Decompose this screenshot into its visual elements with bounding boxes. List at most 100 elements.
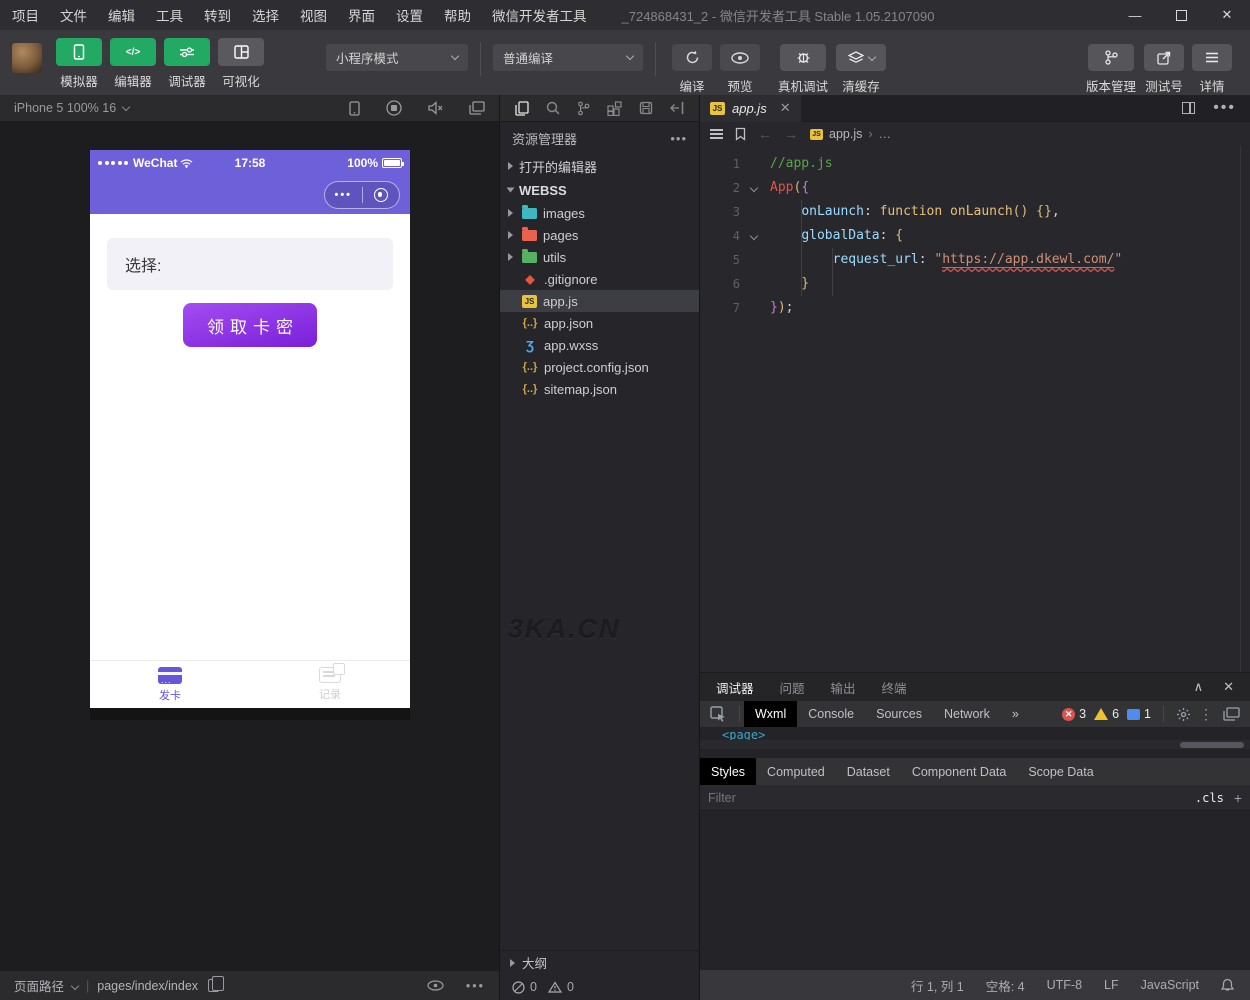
panel-close-icon[interactable]: ✕ xyxy=(1223,679,1234,695)
remote-debug-button[interactable]: 真机调试 xyxy=(778,38,828,95)
preview-button[interactable]: 预览 xyxy=(720,38,760,95)
simulator-toggle[interactable]: 模拟器 xyxy=(56,38,102,90)
get-card-button[interactable]: 领取卡密 xyxy=(183,303,317,347)
visualizer-toggle[interactable]: 可视化 xyxy=(218,38,264,90)
style-tab-component-data[interactable]: Component Data xyxy=(901,758,1018,785)
warning-badge-icon[interactable] xyxy=(1094,708,1108,720)
indent-setting[interactable]: 空格: 4 xyxy=(986,976,1025,995)
nav-back-icon[interactable]: ← xyxy=(758,126,772,142)
bookmark-icon[interactable] xyxy=(735,127,746,141)
tree-file-appjson[interactable]: {..} app.json xyxy=(500,312,699,334)
maximize-button[interactable] xyxy=(1158,0,1204,30)
style-tab-styles[interactable]: Styles xyxy=(700,758,756,785)
tree-folder-utils[interactable]: utils xyxy=(500,246,699,268)
test-account-button[interactable]: 测试号 xyxy=(1144,38,1184,95)
nav-forward-icon[interactable]: → xyxy=(784,126,798,142)
breadcrumb-more[interactable]: … xyxy=(879,127,892,141)
menu-file[interactable]: 文件 xyxy=(60,5,87,25)
git-branch-icon[interactable] xyxy=(577,101,590,116)
mute-icon[interactable] xyxy=(428,101,443,115)
encoding[interactable]: UTF-8 xyxy=(1047,978,1082,992)
panel-tab-problems[interactable]: 问题 xyxy=(780,678,805,697)
compile-dropdown[interactable]: 普通编译 xyxy=(493,44,643,71)
tree-file-appjs[interactable]: JS app.js xyxy=(500,290,699,312)
info-badge-icon[interactable] xyxy=(1127,709,1140,720)
explorer-more-icon[interactable]: ••• xyxy=(670,131,687,146)
page-path-value[interactable]: pages/index/index xyxy=(97,979,198,993)
minimize-circle-icon[interactable] xyxy=(363,188,400,202)
dock-side-icon[interactable] xyxy=(1223,707,1240,721)
page-path-label[interactable]: 页面路径 xyxy=(14,976,64,995)
menu-devtools[interactable]: 微信开发者工具 xyxy=(492,5,587,25)
eye-icon[interactable] xyxy=(427,980,444,991)
menu-project[interactable]: 项目 xyxy=(12,5,39,25)
more-dots-icon[interactable]: ••• xyxy=(325,189,362,201)
minimize-button[interactable]: — xyxy=(1112,0,1158,30)
menu-goto[interactable]: 转到 xyxy=(204,5,231,25)
style-tab-scope-data[interactable]: Scope Data xyxy=(1017,758,1104,785)
tree-file-appwxss[interactable]: Ʒ app.wxss xyxy=(500,334,699,356)
tree-file-projectconfig[interactable]: {..} project.config.json xyxy=(500,356,699,378)
fold-chevron-icon[interactable] xyxy=(746,176,762,200)
user-avatar[interactable] xyxy=(12,43,42,73)
panel-tab-terminal[interactable]: 终端 xyxy=(882,678,907,697)
gear-icon[interactable] xyxy=(1176,707,1191,722)
editor-tab-appjs[interactable]: JS app.js ✕ xyxy=(700,95,801,122)
style-tab-dataset[interactable]: Dataset xyxy=(836,758,901,785)
copy-icon[interactable] xyxy=(208,979,219,992)
capsule-menu[interactable]: ••• xyxy=(324,181,400,209)
modules-icon[interactable] xyxy=(607,101,622,116)
wxml-element-tree[interactable]: <page> xyxy=(700,728,1250,740)
cursor-position[interactable]: 行 1, 列 1 xyxy=(911,976,964,995)
outline-list-icon[interactable] xyxy=(710,127,723,141)
code-url[interactable]: https://app.dkewl.com/ xyxy=(942,252,1114,268)
menu-interface[interactable]: 界面 xyxy=(348,5,375,25)
code-editor[interactable]: 1 //app.js 2 App({ 3 onLaunch: function … xyxy=(700,146,1250,672)
device-selector[interactable]: iPhone 5 100% 16 xyxy=(14,101,116,115)
menu-view[interactable]: 视图 xyxy=(300,5,327,25)
cls-button[interactable]: .cls xyxy=(1195,791,1224,805)
devtools-tab-console[interactable]: Console xyxy=(797,701,865,727)
panel-tab-debugger[interactable]: 调试器 xyxy=(716,678,754,697)
element-snippet[interactable]: <page> xyxy=(722,728,765,740)
panel-tab-output[interactable]: 输出 xyxy=(831,678,856,697)
menu-help[interactable]: 帮助 xyxy=(444,5,471,25)
project-root[interactable]: WEBSS xyxy=(500,178,699,202)
tab-faka[interactable]: 发卡 xyxy=(90,661,250,708)
fold-chevron-icon[interactable] xyxy=(746,224,762,248)
breadcrumb-file[interactable]: app.js xyxy=(829,127,862,141)
kebab-menu-icon[interactable]: ⋮ xyxy=(1199,706,1213,723)
details-button[interactable]: 详情 xyxy=(1192,38,1232,95)
outline-section[interactable]: 大纲 xyxy=(500,950,699,974)
language-mode[interactable]: JavaScript xyxy=(1141,978,1199,992)
close-tab-icon[interactable]: ✕ xyxy=(780,100,791,116)
editor-more-icon[interactable]: ••• xyxy=(1213,99,1236,117)
horizontal-scrollbar[interactable] xyxy=(700,740,1250,749)
devtools-tab-sources[interactable]: Sources xyxy=(865,701,933,727)
close-button[interactable]: ✕ xyxy=(1204,0,1250,30)
collapse-sidebar-icon[interactable] xyxy=(670,101,685,115)
menu-select[interactable]: 选择 xyxy=(252,5,279,25)
editor-toggle[interactable]: </> 编辑器 xyxy=(110,38,156,90)
tree-file-gitignore[interactable]: ◆ .gitignore xyxy=(500,268,699,290)
devtools-tab-network[interactable]: Network xyxy=(933,701,1001,727)
inspect-element-icon[interactable] xyxy=(710,706,727,722)
add-style-icon[interactable]: + xyxy=(1234,790,1242,806)
problems-summary[interactable]: 0 0 xyxy=(500,974,699,1000)
panel-collapse-icon[interactable]: ∧ xyxy=(1194,679,1204,695)
menu-edit[interactable]: 编辑 xyxy=(108,5,135,25)
tree-folder-pages[interactable]: pages xyxy=(500,224,699,246)
split-editor-icon[interactable] xyxy=(1182,102,1195,114)
more-icon[interactable]: ••• xyxy=(466,979,485,993)
tab-jilu[interactable]: 记录 xyxy=(250,661,410,708)
files-icon[interactable] xyxy=(515,101,529,116)
devtools-more-tabs[interactable]: » xyxy=(1001,701,1030,727)
menu-settings[interactable]: 设置 xyxy=(396,5,423,25)
tree-file-sitemap[interactable]: {..} sitemap.json xyxy=(500,378,699,400)
clear-cache-button[interactable]: 清缓存 xyxy=(836,38,886,95)
notifications-bell-icon[interactable] xyxy=(1221,978,1234,992)
select-field[interactable]: 选择: xyxy=(107,238,393,290)
error-badge-icon[interactable]: ✕ xyxy=(1062,708,1075,721)
style-tab-computed[interactable]: Computed xyxy=(756,758,836,785)
tree-folder-images[interactable]: images xyxy=(500,202,699,224)
